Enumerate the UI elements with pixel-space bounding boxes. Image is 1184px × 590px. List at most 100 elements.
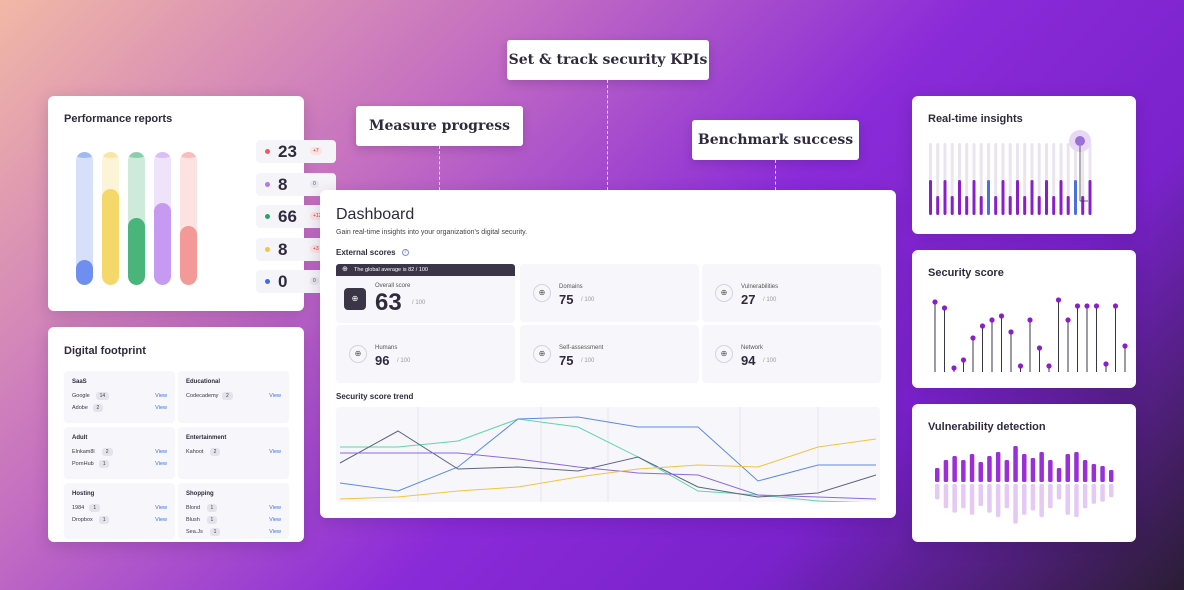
realtime-fill [1023, 196, 1027, 215]
stat-value: 66 [278, 207, 297, 226]
footprint-item: PornHub 1 View [72, 460, 167, 470]
vulnerability-reflection [943, 484, 949, 509]
vulnerability-bar [1004, 460, 1010, 482]
score-denominator: / 100 [581, 297, 595, 303]
info-icon[interactable]: ? [401, 249, 409, 257]
vulnerability-bar [1082, 460, 1088, 482]
vulnerability-reflection [961, 484, 966, 509]
security-score-dot [960, 357, 967, 363]
score-value: 94 [741, 353, 756, 368]
vulnerability-reflection [935, 484, 940, 500]
performance-bar-cap [76, 152, 93, 158]
footprint-item-count: 14 [95, 392, 110, 400]
vulnerability-reflection [1109, 484, 1114, 498]
footprint-item: Kahoot 2 View [186, 448, 281, 458]
footprint-view-link[interactable]: View [269, 505, 281, 511]
footprint-item: 1984 1 View [72, 504, 167, 514]
footprint-view-link[interactable]: View [269, 529, 281, 535]
realtime-fill [943, 180, 947, 215]
footprint-item-name: Adobe [72, 405, 88, 411]
footprint-item-count: 2 [101, 448, 113, 456]
footprint-view-link[interactable]: View [269, 393, 281, 399]
performance-stat: 23 +7 [256, 140, 336, 163]
score-tile[interactable]: ⊕ Vulnerabilities 27 / 100 [702, 264, 881, 322]
security-trend-label: Security score trend [336, 392, 414, 401]
score-tile[interactable]: ⊕ Network 94 / 100 [702, 325, 881, 383]
security-score-dot [1046, 363, 1052, 369]
score-label: Vulnerabilities [741, 284, 779, 290]
score-tile[interactable]: ⊕ Domains 75 / 100 [520, 264, 699, 322]
performance-bar-fill [180, 226, 197, 285]
score-label: Domains [559, 284, 583, 290]
callout-kpis: Set & track security KPIs [507, 40, 709, 80]
performance-bar [154, 152, 171, 285]
performance-bar [128, 152, 145, 285]
stat-dot [265, 279, 270, 284]
performance-bar-cap [154, 152, 171, 158]
footprint-view-link[interactable]: View [269, 449, 281, 455]
security-score-dot [1055, 297, 1062, 303]
realtime-fill [1045, 180, 1048, 215]
footprint-title: Digital footprint [64, 345, 146, 357]
score-tile[interactable]: ⊕ Overall score 63/ 100 [336, 276, 515, 323]
realtime-fill [1074, 180, 1077, 215]
score-value: 75 [559, 292, 574, 307]
footprint-item: Blond 1 View [186, 504, 281, 514]
stat-dot [265, 149, 270, 154]
footprint-view-link[interactable]: View [155, 505, 167, 511]
vulnerability-bar [969, 454, 975, 482]
realtime-fill [936, 196, 940, 215]
vulnerability-bar [1048, 460, 1053, 482]
vulnerability-reflection [987, 484, 992, 513]
score-value: 96 [375, 353, 390, 368]
realtime-fill [1066, 196, 1070, 215]
performance-bar-cap [128, 152, 145, 158]
vulnerability-bar [1013, 446, 1018, 482]
footprint-item-count: 1 [206, 516, 218, 524]
tooltip-text: The global average is 82 / 100 [354, 267, 428, 273]
footprint-group: Shopping Blond 1 View Blush 1 View Sea.Js 1 View [178, 483, 289, 539]
footprint-view-link[interactable]: View [269, 517, 281, 523]
connector-benchmark [775, 160, 776, 190]
stat-delta-badge: +7 [310, 147, 322, 155]
footprint-item-count: 1 [98, 516, 110, 524]
security-score-dot [1093, 303, 1100, 309]
callout-progress: Measure progress [356, 106, 523, 146]
stat-value: 8 [278, 239, 288, 259]
footprint-view-link[interactable]: View [155, 517, 167, 523]
score-denominator: / 100 [763, 358, 777, 364]
footprint-item: Dropbox 1 View [72, 516, 167, 526]
vulnerability-reflection [969, 484, 975, 515]
globe-icon: ⊕ [533, 345, 551, 363]
security-score-dot [1074, 303, 1081, 309]
footprint-item-count: 2 [209, 448, 221, 456]
footprint-item-name: 1984 [72, 505, 85, 511]
score-tile[interactable]: ⊕ Humans 96 / 100 [336, 325, 515, 383]
stat-delta-badge: 0 [310, 277, 319, 285]
vulnerability-reflection [1030, 484, 1036, 511]
footprint-item-name: Kahoot [186, 449, 204, 455]
realtime-fill [979, 196, 983, 215]
realtime-fill [950, 196, 954, 215]
footprint-item: Google 14 View [72, 392, 167, 402]
footprint-view-link[interactable]: View [155, 449, 167, 455]
external-scores-label: External scores ? [336, 248, 409, 257]
footprint-view-link[interactable]: View [155, 405, 167, 411]
stat-value: 0 [278, 272, 288, 291]
realtime-fill [1081, 196, 1085, 215]
footprint-view-link[interactable]: View [155, 461, 167, 467]
dashboard-title: Dashboard [336, 206, 415, 223]
footprint-view-link[interactable]: View [155, 393, 167, 399]
score-label: Humans [375, 345, 398, 351]
vulnerability-bar [978, 462, 983, 482]
security-score-dot [1084, 303, 1090, 309]
security-score-dot [941, 305, 948, 311]
score-tile[interactable]: ⊕ Self-assessment 75 / 100 [520, 325, 699, 383]
vulnerability-bar [1039, 452, 1044, 482]
footprint-item-name: Elnkam8l [72, 449, 95, 455]
footprint-group-title: SaaS [72, 379, 87, 385]
vulnerability-bar [961, 460, 966, 482]
security-score-dot [979, 323, 986, 329]
performance-bar [76, 152, 93, 285]
vulnerability-reflection [1048, 484, 1053, 509]
